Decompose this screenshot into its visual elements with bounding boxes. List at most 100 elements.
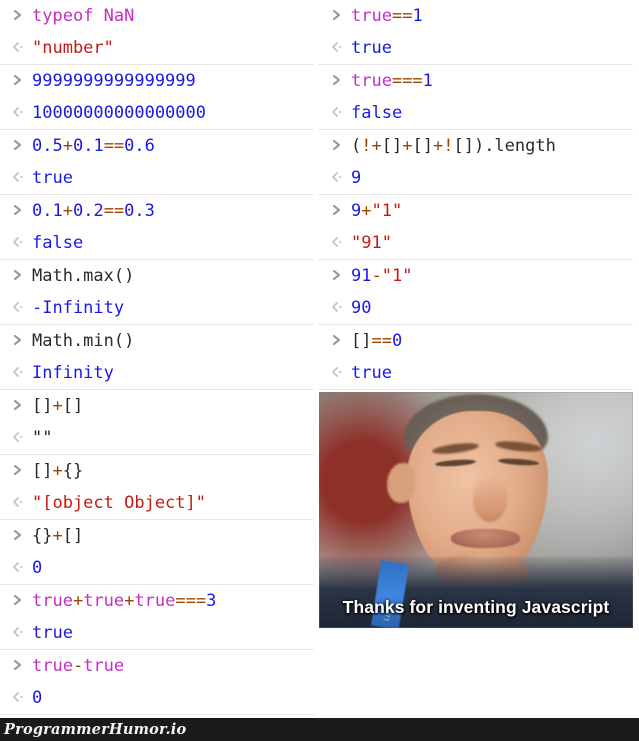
token-plain: [] bbox=[62, 525, 84, 546]
console-log-entry: true-true 0 bbox=[0, 650, 314, 715]
watermark-bar: ProgrammerHumor.io bbox=[0, 718, 639, 741]
console-expression: 0.1+0.2==0.3 bbox=[32, 200, 155, 221]
token-plain: [] bbox=[453, 135, 474, 156]
console-result: "91" bbox=[351, 234, 392, 252]
token-number: 9 bbox=[351, 200, 362, 221]
token-number: 0.2 bbox=[72, 200, 104, 221]
prompt-gutter bbox=[325, 7, 351, 26]
meme-caption: Thanks for inventing Javascript bbox=[342, 597, 610, 617]
output-prompt-icon bbox=[11, 689, 25, 708]
console-input-row[interactable]: 9+"1" bbox=[319, 195, 633, 227]
console-column-right: true==1 true true===1 false (!+[]+[]+![]).le… bbox=[319, 0, 633, 718]
token-plain: {} bbox=[62, 460, 84, 481]
console-input-row[interactable]: []+[] bbox=[0, 390, 314, 422]
console-output-row: Infinity bbox=[0, 357, 314, 389]
console-input-row[interactable]: {}+[] bbox=[0, 520, 314, 552]
console-input-row[interactable]: []==0 bbox=[319, 325, 633, 357]
console-result: "" bbox=[32, 427, 53, 448]
console-output-row: -Infinity bbox=[0, 292, 314, 324]
console-expression: 91-"1" bbox=[351, 265, 412, 286]
prompt-gutter bbox=[6, 559, 32, 578]
token-plain: {} bbox=[32, 525, 53, 546]
output-prompt-icon bbox=[11, 169, 25, 188]
token-number: 0.1 bbox=[72, 135, 104, 156]
prompt-gutter bbox=[325, 332, 351, 351]
console-input-row[interactable]: Math.min() bbox=[0, 325, 314, 357]
token-number: 9 bbox=[351, 167, 362, 188]
prompt-gutter bbox=[6, 202, 32, 221]
console-input-row[interactable]: typeof NaN bbox=[0, 0, 314, 32]
console-log-entry: (!+[]+[]+![]).length 9 bbox=[319, 130, 633, 195]
token-keyword: true bbox=[134, 590, 176, 611]
console-log-list-right: true==1 true true===1 false (!+[]+[]+![]).le… bbox=[319, 0, 633, 390]
input-prompt-icon bbox=[11, 267, 25, 286]
output-prompt-icon bbox=[330, 299, 344, 318]
photo-nose bbox=[472, 476, 508, 522]
prompt-gutter bbox=[6, 267, 32, 286]
console-output-row: true bbox=[319, 32, 633, 64]
portrait-photo: Linux Thanks for inventing Javascript bbox=[319, 392, 633, 628]
photo-smirk bbox=[450, 528, 520, 548]
console-column-left: typeof NaN "number" 9999999999999999 100000… bbox=[0, 0, 314, 718]
token-plain: [] bbox=[32, 460, 53, 481]
token-plain: "" bbox=[32, 427, 53, 448]
token-number: 0 bbox=[391, 330, 403, 351]
console-output-row: false bbox=[0, 227, 314, 259]
console-log-entry: {}+[] 0 bbox=[0, 520, 314, 585]
console-expression: {}+[] bbox=[32, 525, 84, 546]
console-result: Infinity bbox=[32, 364, 114, 382]
output-prompt-icon bbox=[11, 494, 25, 513]
token-number: 0.3 bbox=[124, 200, 155, 221]
watermark-label: ProgrammerHumor.io bbox=[4, 721, 187, 738]
token-operator: + bbox=[361, 200, 372, 221]
input-prompt-icon bbox=[330, 7, 344, 26]
console-expression: typeof NaN bbox=[32, 7, 134, 25]
console-log-entry: typeof NaN "number" bbox=[0, 0, 314, 65]
token-number: 3 bbox=[206, 590, 217, 611]
console-input-row[interactable]: 9999999999999999 bbox=[0, 65, 314, 97]
token-number: 0.6 bbox=[124, 135, 155, 156]
console-result: 9 bbox=[351, 167, 362, 188]
prompt-gutter bbox=[6, 624, 32, 643]
console-input-row[interactable]: (!+[]+[]+![]).length bbox=[319, 130, 633, 162]
prompt-gutter bbox=[6, 72, 32, 91]
console-output-row: "" bbox=[0, 422, 314, 454]
console-log-entry: 9+"1" "91" bbox=[319, 195, 633, 260]
console-input-row[interactable]: true===1 bbox=[319, 65, 633, 97]
token-operator: == bbox=[103, 135, 125, 156]
token-keyword: true bbox=[351, 70, 392, 91]
console-log-entry: 9999999999999999 10000000000000000 bbox=[0, 65, 314, 130]
meme-photo-cell: Linux Thanks for inventing Javascript bbox=[319, 390, 633, 628]
token-keyword: true bbox=[83, 655, 125, 676]
console-input-row[interactable]: []+{} bbox=[0, 455, 314, 487]
console-input-row[interactable]: true==1 bbox=[319, 0, 633, 32]
token-bool: true bbox=[32, 167, 73, 188]
console-log-entry: 91-"1" 90 bbox=[319, 260, 633, 325]
input-prompt-icon bbox=[11, 592, 25, 611]
prompt-gutter bbox=[6, 169, 32, 188]
console-output-row: "[object Object]" bbox=[0, 487, 314, 519]
console-input-row[interactable]: Math.max() bbox=[0, 260, 314, 292]
token-operator: === bbox=[391, 70, 423, 91]
token-operator: + bbox=[52, 460, 63, 481]
token-operator: - bbox=[371, 265, 382, 286]
token-keyword: true bbox=[32, 655, 73, 676]
console-result: "[object Object]" bbox=[32, 494, 206, 512]
console-result: false bbox=[351, 104, 402, 122]
token-bool: true bbox=[351, 37, 392, 58]
console-input-row[interactable]: 0.1+0.2==0.3 bbox=[0, 195, 314, 227]
token-operator: == bbox=[103, 200, 125, 221]
console-input-row[interactable]: true+true+true===3 bbox=[0, 585, 314, 617]
console-input-row[interactable]: 91-"1" bbox=[319, 260, 633, 292]
console-log-entry: []+[] "" bbox=[0, 390, 314, 455]
token-keyword: true bbox=[32, 590, 73, 611]
console-input-row[interactable]: true-true bbox=[0, 650, 314, 682]
token-number: 0.1 bbox=[32, 200, 63, 221]
prompt-gutter bbox=[325, 39, 351, 58]
console-input-row[interactable]: 0.5+0.1==0.6 bbox=[0, 130, 314, 162]
token-plain: [] bbox=[381, 135, 403, 156]
console-result: true bbox=[351, 37, 392, 58]
input-prompt-icon bbox=[330, 202, 344, 221]
output-prompt-icon bbox=[11, 39, 25, 58]
token-operator: - bbox=[72, 655, 84, 676]
